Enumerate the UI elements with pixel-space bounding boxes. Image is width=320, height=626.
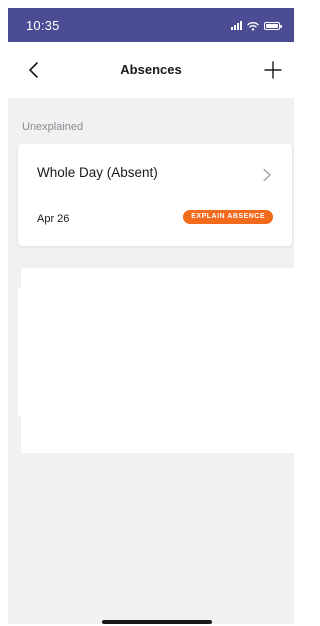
section-header-unexplained: Unexplained <box>22 121 84 133</box>
plus-icon <box>264 61 282 79</box>
chevron-right-icon <box>263 168 271 182</box>
home-indicator[interactable] <box>102 620 212 624</box>
status-bar: 10:35 <box>8 8 294 42</box>
page-title: Absences <box>120 62 182 77</box>
add-absence-button[interactable] <box>262 59 284 81</box>
explain-absence-button[interactable]: EXPLAIN ABSENCE <box>183 210 273 224</box>
wifi-icon <box>247 21 259 31</box>
absence-title: Whole Day (Absent) <box>37 165 158 180</box>
empty-content-panel <box>21 268 294 453</box>
absence-date: Apr 26 <box>37 213 70 225</box>
signal-icon <box>231 21 242 30</box>
status-icons <box>231 20 282 31</box>
empty-content-panel-edge <box>18 288 24 416</box>
status-time: 10:35 <box>26 18 60 33</box>
app-screen: 10:35 Absences Unexplained Whole Day (Ab… <box>8 8 294 624</box>
battery-icon <box>264 21 282 30</box>
navigation-bar: Absences <box>8 42 294 98</box>
absence-card[interactable]: Whole Day (Absent) Apr 26 EXPLAIN ABSENC… <box>18 144 292 246</box>
